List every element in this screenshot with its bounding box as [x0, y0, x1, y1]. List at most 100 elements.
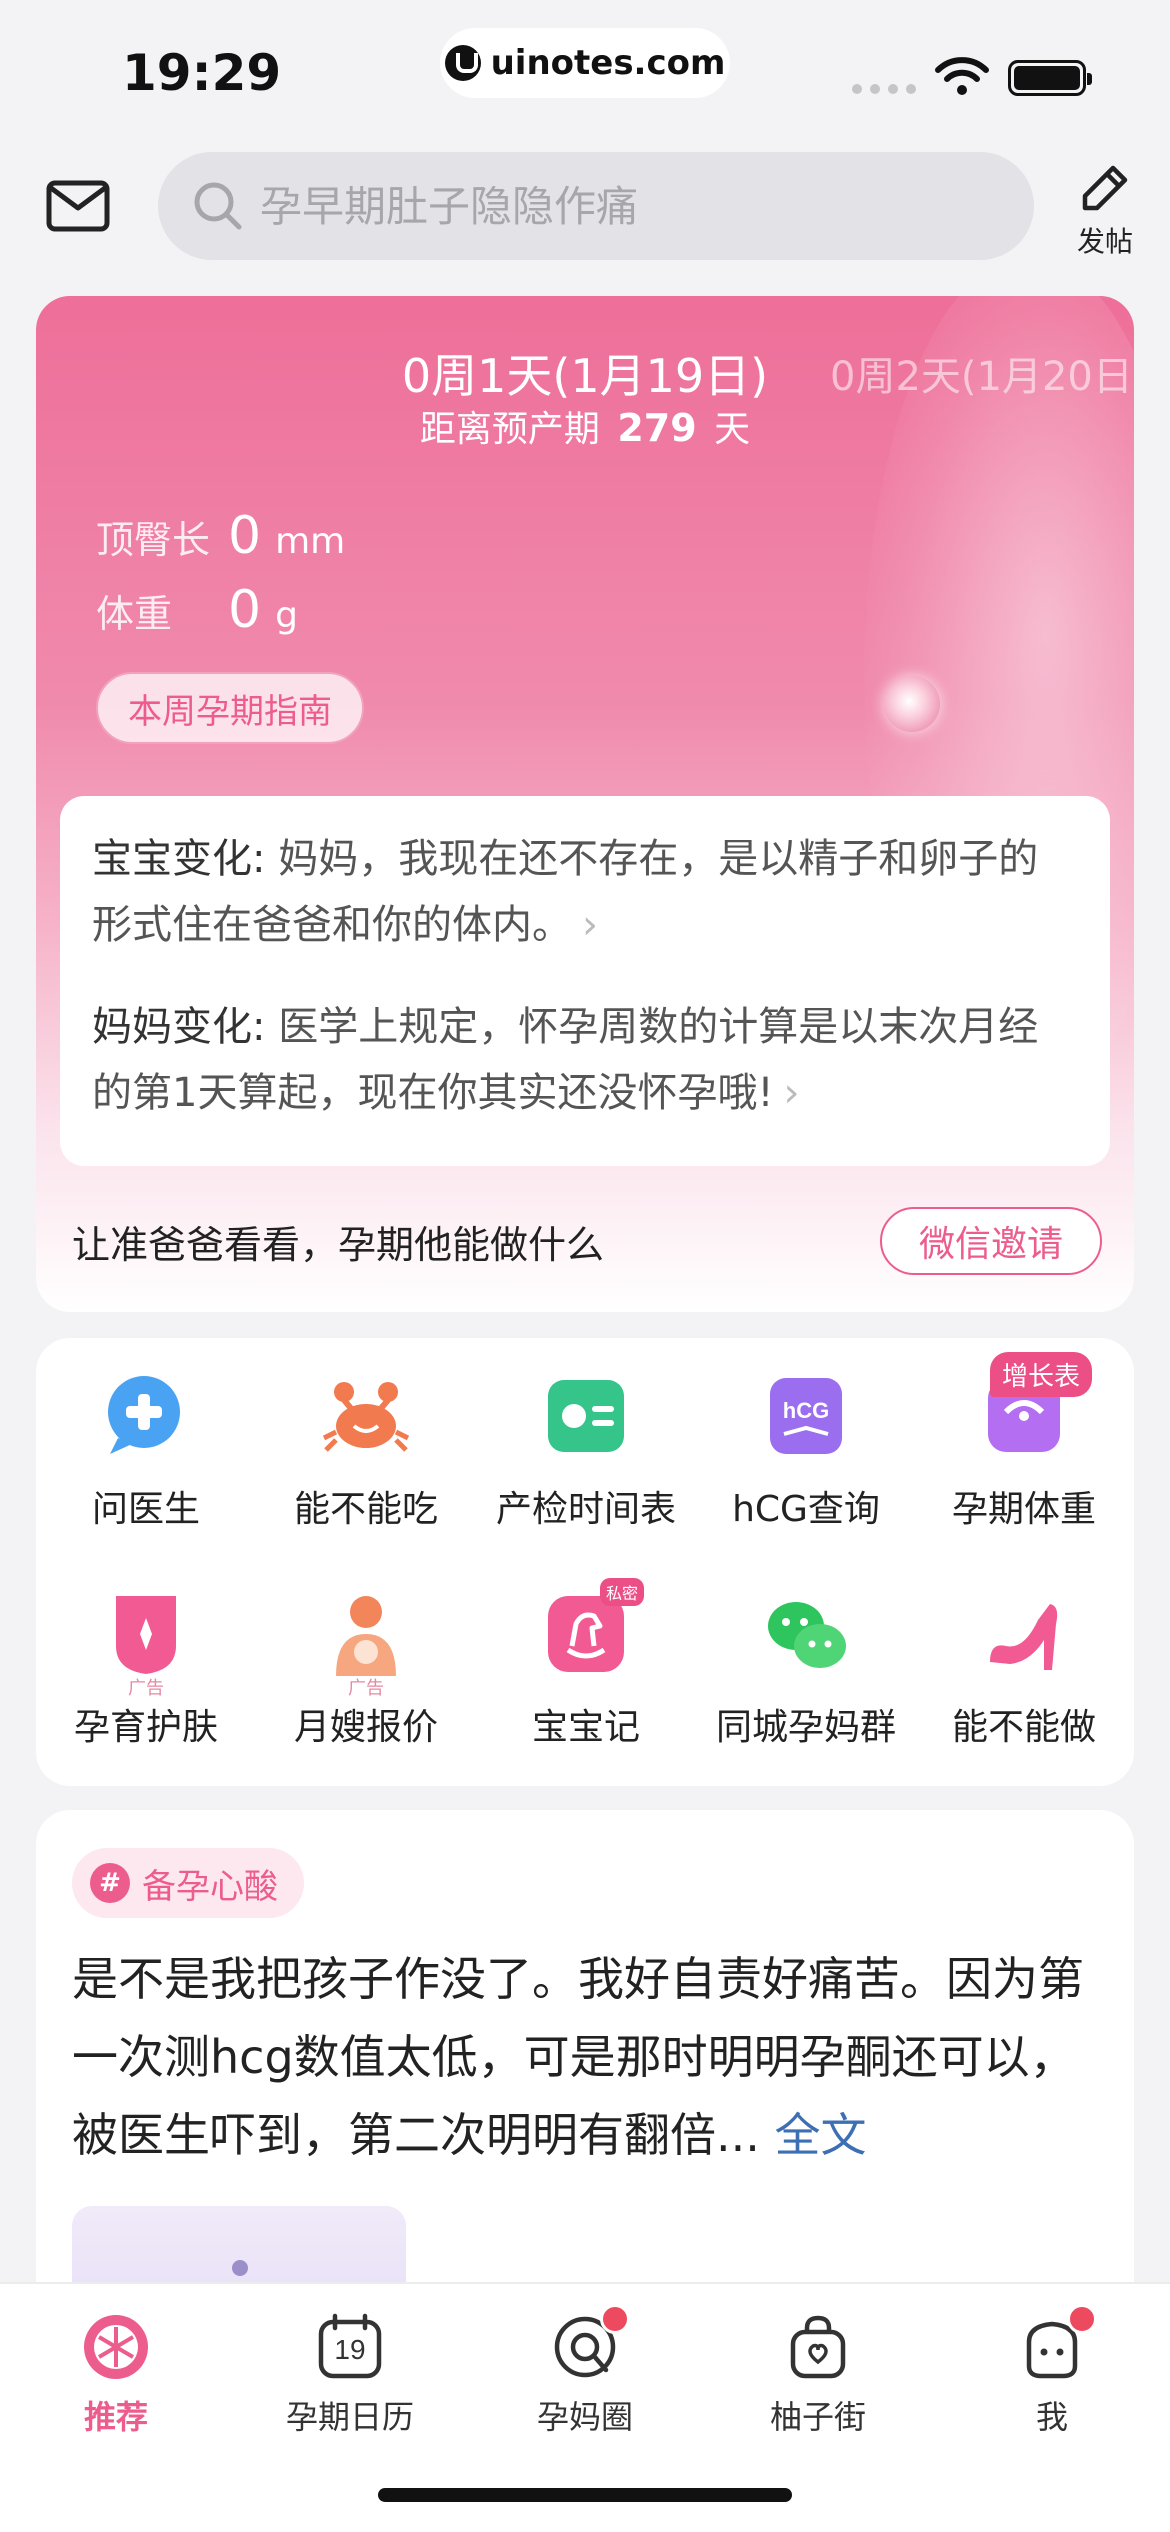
tool-label: 问医生: [91, 1489, 200, 1530]
post-text[interactable]: 是不是我把孩子作没了。我好自责好痛苦。因为第一次测hcg数值太低，可是那时明明孕…: [72, 1940, 1112, 2174]
mail-icon[interactable]: [46, 180, 110, 232]
weight-label: 体重: [96, 592, 173, 636]
crown-rump-label: 顶臀长: [96, 518, 211, 562]
tool-label: 月嫂报价: [293, 1707, 438, 1748]
skincare-icon: 广告: [102, 1590, 190, 1699]
invite-row: 让准爸爸看看，孕期他能做什么 微信邀请: [72, 1206, 1102, 1276]
tool-skincare[interactable]: 广告 孕育护肤: [36, 1590, 256, 1750]
tab-label: 推荐: [83, 2398, 148, 2436]
next-week-title[interactable]: 0周2天(1月20日: [830, 344, 1133, 402]
tool-ask-doctor[interactable]: 问医生: [36, 1372, 256, 1532]
tab-me[interactable]: 我: [952, 2304, 1152, 2438]
tools-grid: 问医生 能不能吃 产检时间表 hCG hCG查询 孕期体重 增长表 广告 孕育护…: [36, 1338, 1134, 1786]
circle-chat-icon: [550, 2304, 630, 2382]
search-input[interactable]: [260, 181, 980, 231]
invite-text: 让准爸爸看看，孕期他能做什么: [72, 1222, 605, 1267]
tool-label: 孕期体重: [951, 1489, 1096, 1530]
growth-chart-badge: 增长表: [990, 1352, 1093, 1397]
tool-label: 同城孕妈群: [715, 1707, 896, 1748]
baby-change[interactable]: 宝宝变化: 妈妈，我现在还不存在，是以精子和卵子的形式住在爸爸和你的体内。 ›: [92, 826, 1078, 958]
doctor-chat-icon: [102, 1372, 190, 1460]
private-badge: 私密: [599, 1578, 644, 1606]
baby-change-head: 宝宝变化:: [92, 836, 266, 882]
tool-label: 宝宝记: [531, 1707, 640, 1748]
svg-text:hCG: hCG: [783, 1398, 829, 1423]
tool-label: 孕育护肤: [73, 1707, 218, 1748]
fetal-weight: 体重 0 g: [96, 580, 298, 640]
search-bar[interactable]: [158, 152, 1034, 260]
post-label: 发帖: [1076, 225, 1133, 258]
tool-can-eat[interactable]: 能不能吃: [256, 1372, 476, 1532]
high-heel-icon: [980, 1590, 1068, 1678]
due-days: 279: [617, 406, 697, 450]
notification-dot: [1067, 2304, 1097, 2334]
hashtag-icon: #: [90, 1863, 130, 1903]
crown-rump-value: 0: [228, 506, 262, 566]
hcg-icon: hCG: [762, 1372, 850, 1460]
calendar-icon: 19: [315, 2312, 385, 2382]
weekly-guide-button[interactable]: 本周孕期指南: [96, 672, 364, 744]
tab-label: 我: [1035, 2398, 1068, 2436]
profile-icon: [1017, 2304, 1097, 2382]
changes-box: 宝宝变化: 妈妈，我现在还不存在，是以精子和卵子的形式住在爸爸和你的体内。 › 妈…: [60, 796, 1110, 1166]
weight-unit: g: [275, 595, 298, 636]
tab-shop[interactable]: 柚子街: [718, 2312, 918, 2438]
wechat-invite-button[interactable]: 微信邀请: [880, 1207, 1102, 1275]
weight-value: 0: [228, 580, 262, 640]
ad-label: 广告: [128, 1678, 164, 1699]
battery-icon: [1008, 60, 1092, 96]
topic-tag[interactable]: # 备孕心酸: [72, 1848, 304, 1918]
ad-label: 广告: [348, 1678, 384, 1699]
calendar-day: 19: [334, 2334, 366, 2365]
tool-baby-diary[interactable]: 私密 宝宝记: [476, 1578, 696, 1750]
notification-dot: [600, 2304, 630, 2334]
checkup-schedule-icon: [542, 1372, 630, 1460]
crown-rump-unit: mm: [275, 521, 346, 562]
url-pill[interactable]: uinotes.com: [440, 28, 730, 98]
chevron-right-icon: ›: [783, 1070, 800, 1116]
tool-checkup-schedule[interactable]: 产检时间表: [476, 1372, 696, 1532]
crown-rump-length: 顶臀长 0 mm: [96, 506, 345, 566]
url-text: uinotes.com: [490, 43, 726, 83]
tool-label: 能不能吃: [293, 1489, 438, 1530]
mom-change-head: 妈妈变化:: [92, 1004, 266, 1050]
tool-label: hCG查询: [732, 1489, 880, 1530]
tab-recommend[interactable]: 推荐: [16, 2312, 216, 2438]
tab-label: 孕妈圈: [536, 2398, 633, 2436]
due-prefix: 距离预产期: [419, 409, 600, 450]
due-suffix: 天: [714, 409, 751, 450]
tool-can-do[interactable]: 能不能做: [914, 1590, 1134, 1750]
tool-nanny-quote[interactable]: 广告 月嫂报价: [256, 1590, 476, 1750]
shopping-bag-icon: [783, 2312, 853, 2382]
post-body: 是不是我把孩子作没了。我好自责好痛苦。因为第一次测hcg数值太低，可是那时明明孕…: [72, 1952, 1084, 2162]
status-time: 19:29: [122, 44, 282, 102]
wifi-icon: [935, 57, 989, 95]
read-more-link[interactable]: 全文: [775, 2108, 867, 2162]
crab-icon: [322, 1372, 410, 1460]
grapefruit-icon: [81, 2312, 151, 2382]
egg-cell-illustration: [884, 676, 940, 732]
rocking-horse-icon: 私密: [542, 1578, 644, 1678]
tab-calendar[interactable]: 19 孕期日历: [250, 2312, 450, 2438]
nanny-icon: 广告: [322, 1590, 410, 1699]
tab-label: 柚子街: [769, 2398, 866, 2436]
post-button[interactable]: 发帖: [1070, 162, 1140, 260]
site-logo-icon: [444, 45, 481, 81]
tool-hcg-query[interactable]: hCG hCG查询: [696, 1372, 916, 1532]
home-indicator: [378, 2488, 792, 2502]
topic-tag-label: 备孕心酸: [142, 1866, 278, 1907]
chevron-right-icon: ›: [582, 902, 598, 948]
wechat-group-icon: [762, 1590, 850, 1678]
status-bar: 19:29 uinotes.com: [0, 0, 1170, 140]
pencil-icon: [1082, 165, 1128, 211]
tab-label: 孕期日历: [285, 2398, 414, 2436]
tool-label: 能不能做: [951, 1707, 1096, 1748]
due-date-countdown: 距离预产期 279 天: [36, 400, 1134, 452]
pregnancy-card: 0周1天(1月19日) 0周2天(1月20日 距离预产期 279 天 顶臀长 0…: [36, 296, 1134, 1312]
mom-change[interactable]: 妈妈变化: 医学上规定，怀孕周数的计算是以末次月经的第1天算起，现在你其实还没怀…: [92, 994, 1078, 1126]
tool-local-mom-group[interactable]: 同城孕妈群: [696, 1590, 916, 1750]
cellular-signal-icon: [852, 84, 916, 94]
tool-label: 产检时间表: [495, 1489, 676, 1530]
tab-mom-circle[interactable]: 孕妈圈: [485, 2304, 685, 2438]
search-icon: [194, 182, 242, 230]
